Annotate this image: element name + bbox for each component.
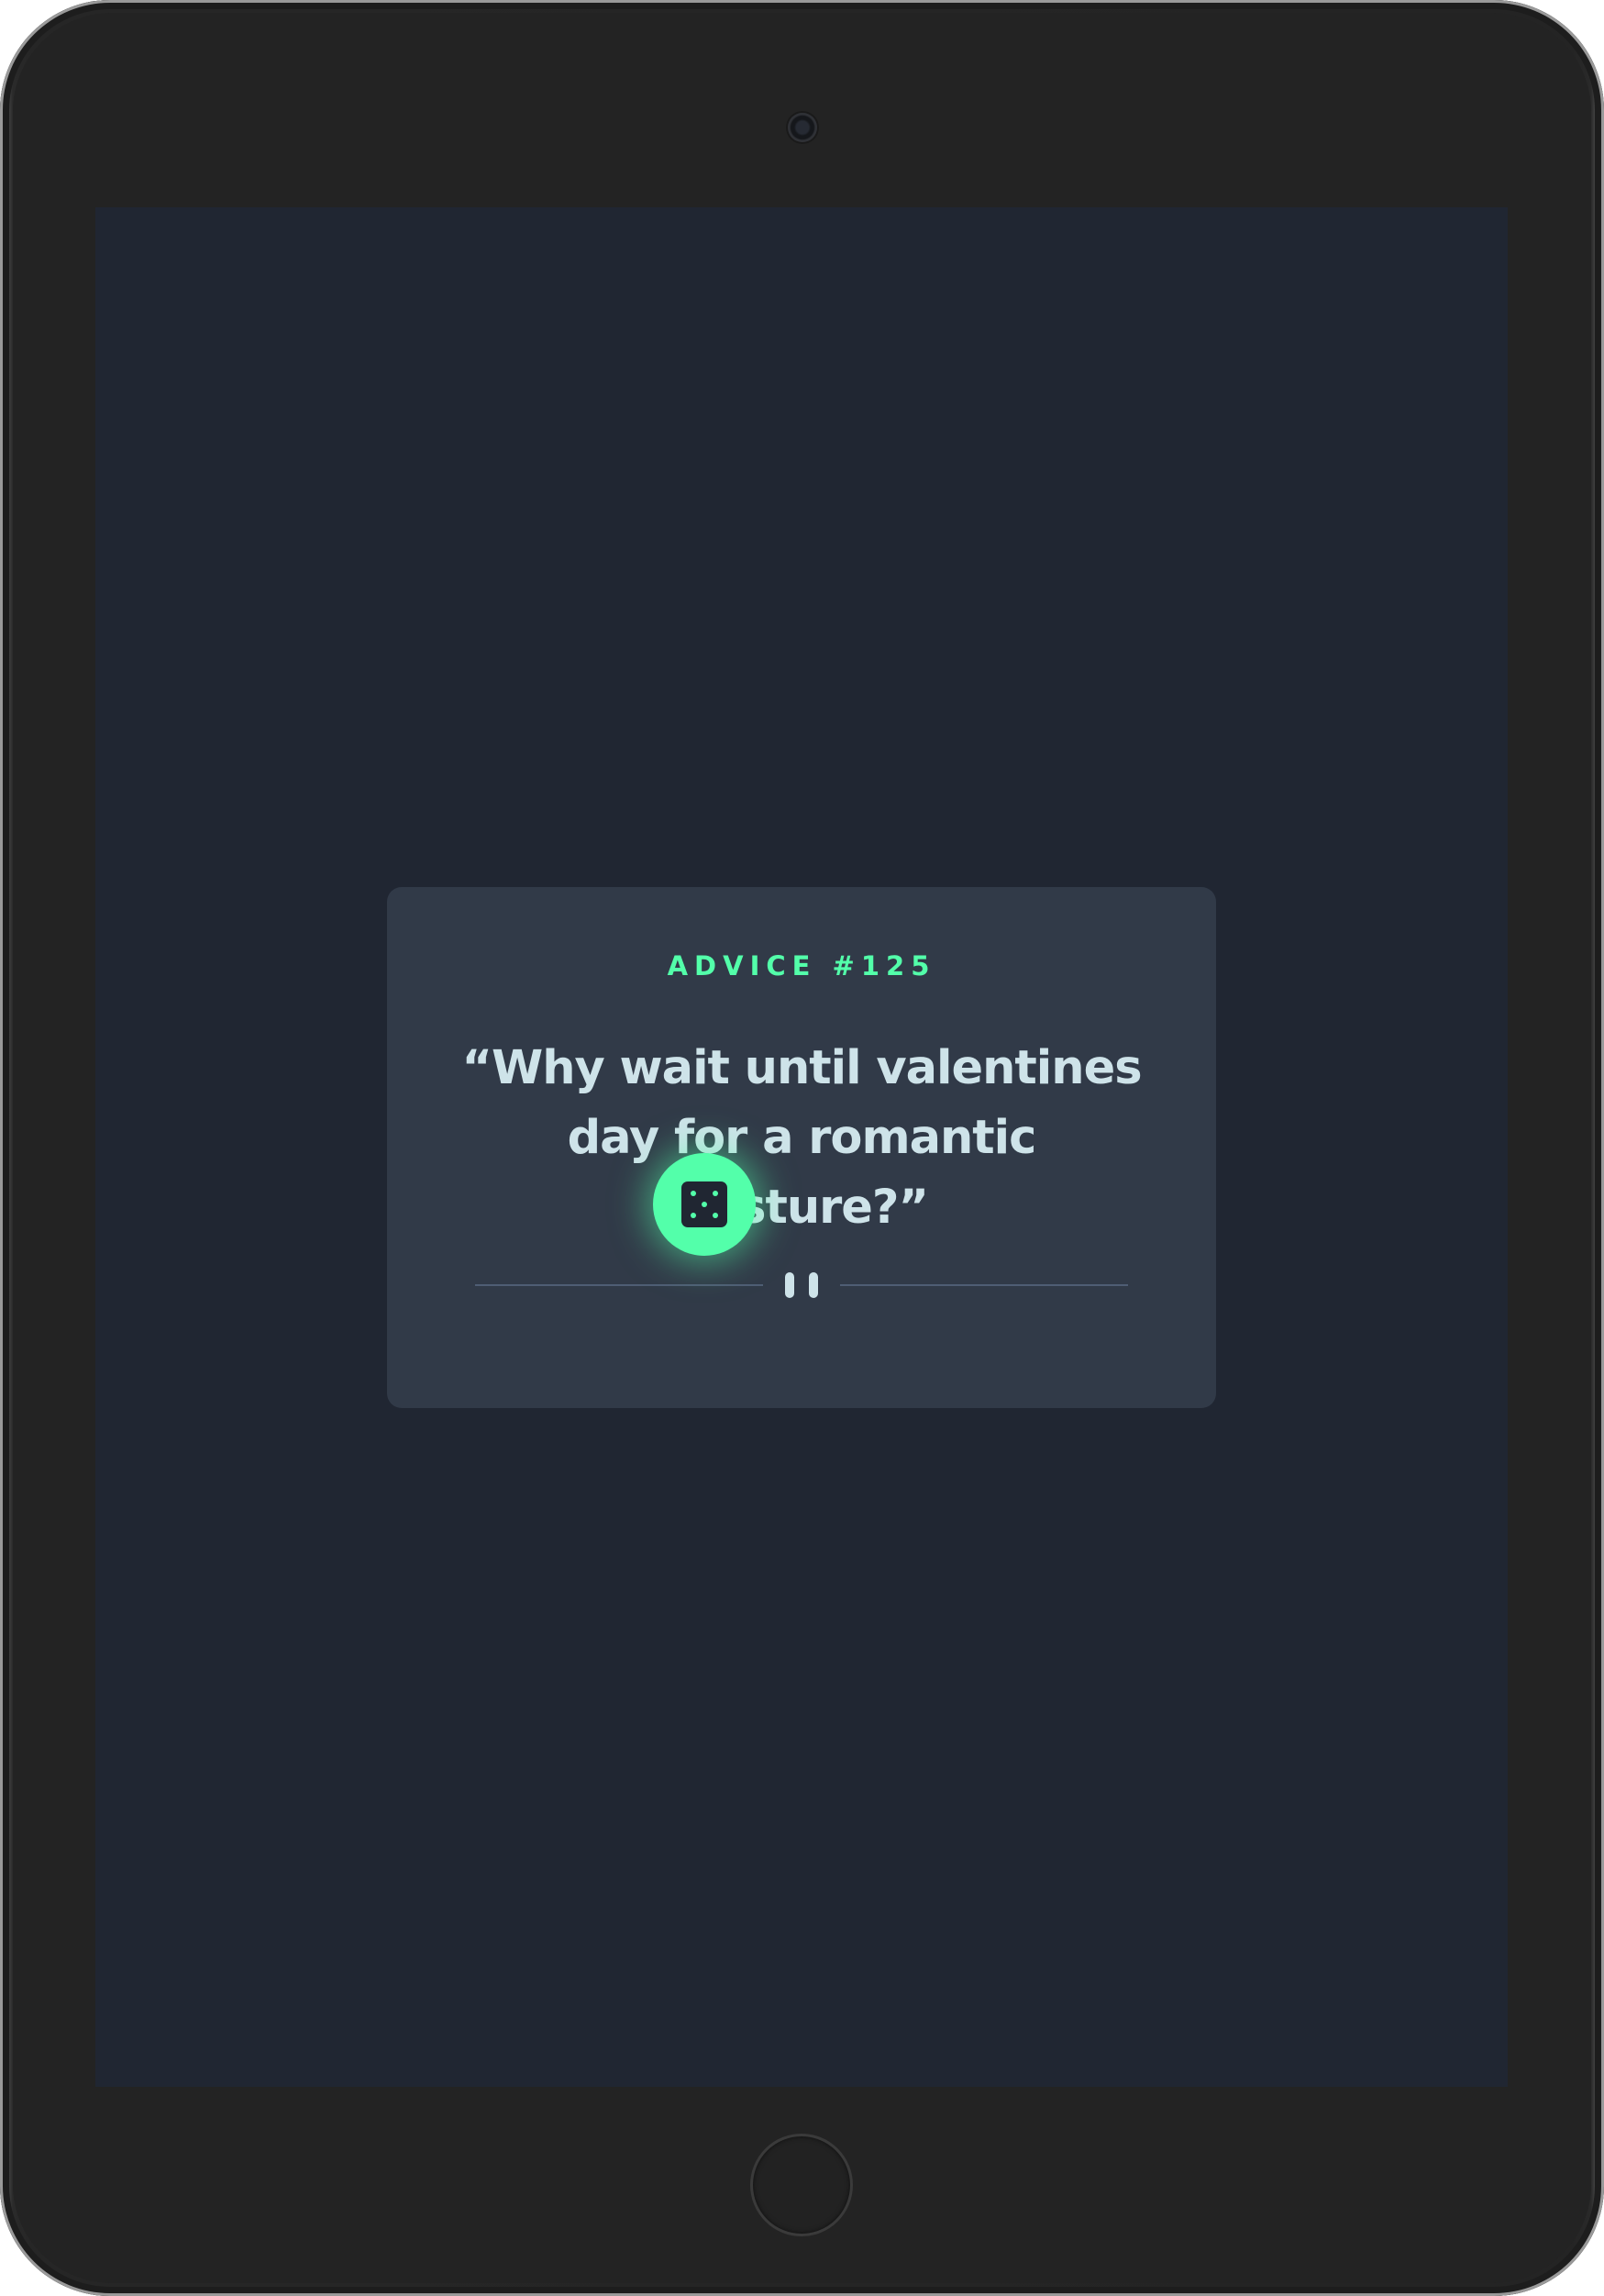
dice-pip [713,1191,718,1196]
generate-advice-button[interactable] [653,1153,756,1256]
dice-pip [691,1213,696,1218]
pause-bar [809,1272,818,1298]
advice-quote: “Why wait until valentines day for a rom… [461,1041,1142,1235]
dice-pip [702,1202,707,1207]
divider [475,1272,1128,1298]
camera-icon [788,113,817,142]
pause-icon [785,1272,818,1298]
pause-bar [785,1272,794,1298]
dice-pip [713,1213,718,1218]
app-screen: ADVICE #125 “Why wait until valentines d… [95,207,1508,2087]
tablet-frame: ADVICE #125 “Why wait until valentines d… [0,0,1604,2296]
dice-pip [691,1191,696,1196]
advice-id: ADVICE #125 [667,950,936,982]
divider-line-left [475,1284,763,1286]
divider-line-right [840,1284,1128,1286]
dice-icon [681,1181,727,1227]
advice-card: ADVICE #125 “Why wait until valentines d… [387,887,1216,1408]
home-button[interactable] [750,2134,853,2236]
